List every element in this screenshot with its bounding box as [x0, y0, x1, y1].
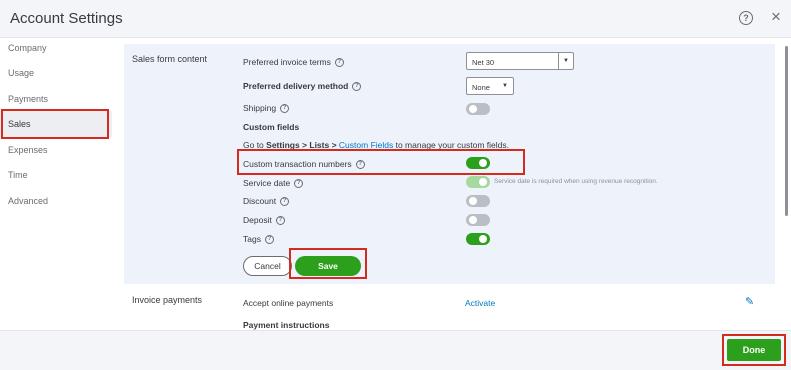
tags-row: Tags?: [243, 234, 274, 245]
activate-link[interactable]: Activate: [465, 298, 495, 308]
discount-row: Discount?: [243, 196, 290, 207]
shipping-label: Shipping: [243, 103, 277, 113]
page-title: Account Settings: [10, 10, 123, 27]
toggle-knob: [469, 197, 477, 205]
save-highlight-box: [289, 248, 367, 279]
section-label-invoice-payments: Invoice payments: [132, 295, 203, 305]
scroll-thumb[interactable]: [785, 46, 788, 216]
chevron-down-icon: ▼: [502, 83, 508, 89]
done-highlight-box: [722, 334, 786, 366]
sidebar-item-advanced[interactable]: Advanced: [0, 188, 112, 214]
content-scrollbar[interactable]: [783, 38, 791, 330]
help-circle-icon[interactable]: ?: [739, 11, 753, 25]
help-icon[interactable]: ?: [352, 82, 362, 92]
deposit-toggle[interactable]: [466, 214, 490, 226]
discount-label: Discount: [243, 196, 277, 206]
toggle-knob: [469, 216, 477, 224]
help-icon[interactable]: ?: [280, 197, 290, 207]
shipping-toggle[interactable]: [466, 103, 490, 115]
service-date-note: Service date is required when using reve…: [494, 178, 658, 185]
select-divider: [558, 53, 559, 69]
toggle-knob: [479, 178, 487, 186]
section-label-sales-form-content: Sales form content: [132, 54, 208, 64]
payment-instructions-label: Payment instructions: [243, 320, 330, 330]
dialog-footer: [0, 330, 791, 370]
sales-highlight-box: [1, 109, 109, 139]
preferred-delivery-method-row: Preferred delivery method?: [243, 81, 362, 92]
invoice-terms-value: Net 30: [472, 58, 495, 67]
shipping-row: Shipping?: [243, 103, 290, 114]
sidebar-item-time[interactable]: Time: [0, 162, 112, 188]
help-icon[interactable]: ?: [334, 58, 344, 68]
accept-online-payments-label: Accept online payments: [243, 298, 334, 308]
custom-fields-heading: Custom fields: [243, 122, 300, 132]
toggle-knob: [479, 235, 487, 243]
toggle-knob: [469, 105, 477, 113]
cancel-button[interactable]: Cancel: [243, 256, 292, 276]
help-icon[interactable]: ?: [264, 235, 274, 245]
deposit-label: Deposit: [243, 215, 272, 225]
preferred-invoice-terms-row: Preferred invoice terms?: [243, 57, 344, 68]
discount-toggle[interactable]: [466, 195, 490, 207]
pencil-icon[interactable]: ✎: [745, 295, 754, 308]
service-date-toggle[interactable]: [466, 176, 490, 188]
help-icon[interactable]: ?: [275, 216, 285, 226]
deposit-row: Deposit?: [243, 215, 285, 226]
tags-label: Tags: [243, 234, 261, 244]
delivery-method-select[interactable]: None ▼: [466, 77, 514, 95]
sidebar-item-expenses[interactable]: Expenses: [0, 137, 112, 163]
close-icon[interactable]: ×: [771, 7, 781, 27]
sidebar-item-company[interactable]: Company: [0, 35, 112, 61]
preferred-invoice-terms-label: Preferred invoice terms: [243, 57, 331, 67]
sidebar-item-usage[interactable]: Usage: [0, 60, 112, 86]
dialog-header: Account Settings ? ×: [0, 0, 791, 38]
custom-transaction-numbers-highlight-box: [237, 149, 525, 175]
delivery-method-value: None: [472, 83, 490, 92]
preferred-delivery-method-label: Preferred delivery method: [243, 81, 349, 91]
service-date-row: Service date?: [243, 178, 304, 189]
tags-toggle[interactable]: [466, 233, 490, 245]
help-icon[interactable]: ?: [294, 179, 304, 189]
chevron-down-icon: ▼: [563, 58, 569, 64]
help-icon[interactable]: ?: [280, 104, 290, 114]
service-date-label: Service date: [243, 178, 291, 188]
invoice-terms-select[interactable]: Net 30 ▼: [466, 52, 574, 70]
